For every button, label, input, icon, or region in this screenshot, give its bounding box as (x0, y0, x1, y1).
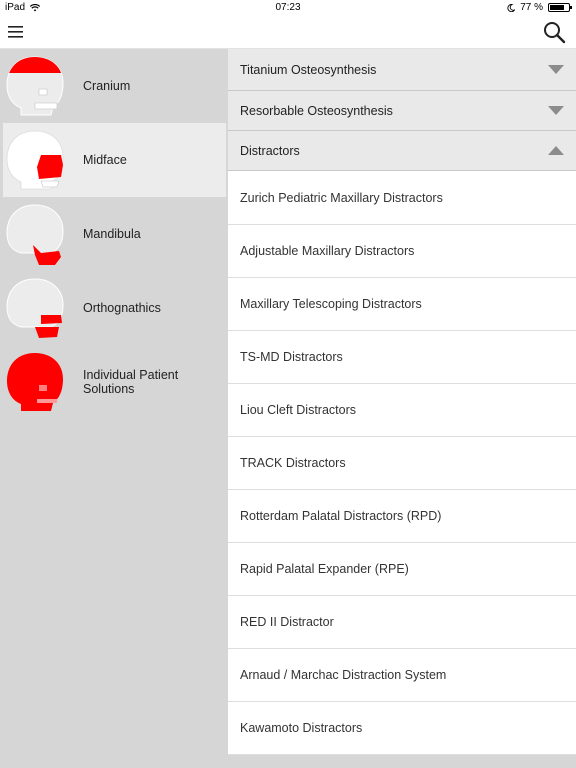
section-title: Distractors (240, 143, 300, 158)
sidebar-item-label: Individual Patient Solutions (83, 368, 179, 396)
list-item[interactable]: Liou Cleft Distractors (228, 384, 576, 437)
status-bar: iPad 07:23 77 % (0, 0, 576, 16)
list-item[interactable]: RED II Distractor (228, 596, 576, 649)
section-title: Resorbable Osteosynthesis (240, 103, 393, 118)
section-resorbable-osteosynthesis[interactable]: Resorbable Osteosynthesis (228, 91, 576, 131)
list-item[interactable]: Rotterdam Palatal Distractors (RPD) (228, 490, 576, 543)
skull-individual-icon (7, 353, 63, 411)
sidebar-item-individual-patient-solutions[interactable]: Individual Patient Solutions (0, 345, 226, 419)
sidebar-item-midface[interactable]: Midface (3, 123, 226, 197)
chevron-down-icon (548, 106, 564, 115)
skull-orthognathics-icon (6, 278, 64, 338)
battery-percent: 77 % (520, 2, 543, 13)
list-item[interactable]: Rapid Palatal Expander (RPE) (228, 543, 576, 596)
section-headers: Titanium Osteosynthesis Resorbable Osteo… (228, 49, 576, 171)
list-item[interactable]: Adjustable Maxillary Distractors (228, 225, 576, 278)
sidebar-item-orthognathics[interactable]: Orthognathics (0, 271, 226, 345)
search-icon[interactable] (542, 20, 566, 44)
sidebar-item-label: Cranium (83, 79, 131, 93)
sidebar-item-label: Midface (83, 153, 127, 167)
sidebar-item-mandibula[interactable]: Mandibula (0, 197, 226, 271)
skull-midface-icon (6, 130, 64, 190)
list-item[interactable]: Maxillary Telescoping Distractors (228, 278, 576, 331)
section-distractors[interactable]: Distractors (228, 131, 576, 171)
skull-mandibula-icon (6, 204, 64, 265)
sidebar-item-label: Mandibula (83, 227, 141, 241)
section-titanium-osteosynthesis[interactable]: Titanium Osteosynthesis (228, 49, 576, 91)
sidebar-item-label: Orthognathics (83, 301, 161, 315)
list-item[interactable]: Zurich Pediatric Maxillary Distractors (228, 171, 576, 225)
list-item[interactable]: TS-MD Distractors (228, 331, 576, 384)
battery-icon (548, 3, 572, 12)
moon-icon (507, 3, 516, 12)
list-item[interactable]: Arnaud / Marchac Distraction System (228, 649, 576, 702)
list-item[interactable]: TRACK Distractors (228, 437, 576, 490)
clock: 07:23 (275, 2, 301, 13)
sidebar-item-cranium[interactable]: Cranium (0, 49, 226, 123)
product-list-panel: Titanium Osteosynthesis Resorbable Osteo… (228, 49, 576, 768)
section-title: Titanium Osteosynthesis (240, 62, 377, 77)
list-item[interactable]: Kawamoto Distractors (228, 702, 576, 755)
status-right: 77 % (507, 2, 572, 13)
navigation-bar (0, 16, 576, 49)
distractor-list: Zurich Pediatric Maxillary Distractors A… (228, 171, 576, 755)
hamburger-menu-icon[interactable] (6, 22, 26, 42)
chevron-down-icon (548, 65, 564, 74)
chevron-up-icon (548, 146, 564, 155)
skull-cranium-icon (6, 56, 64, 116)
category-sidebar: Cranium Midface Mandibula Orthognathics (0, 49, 226, 768)
